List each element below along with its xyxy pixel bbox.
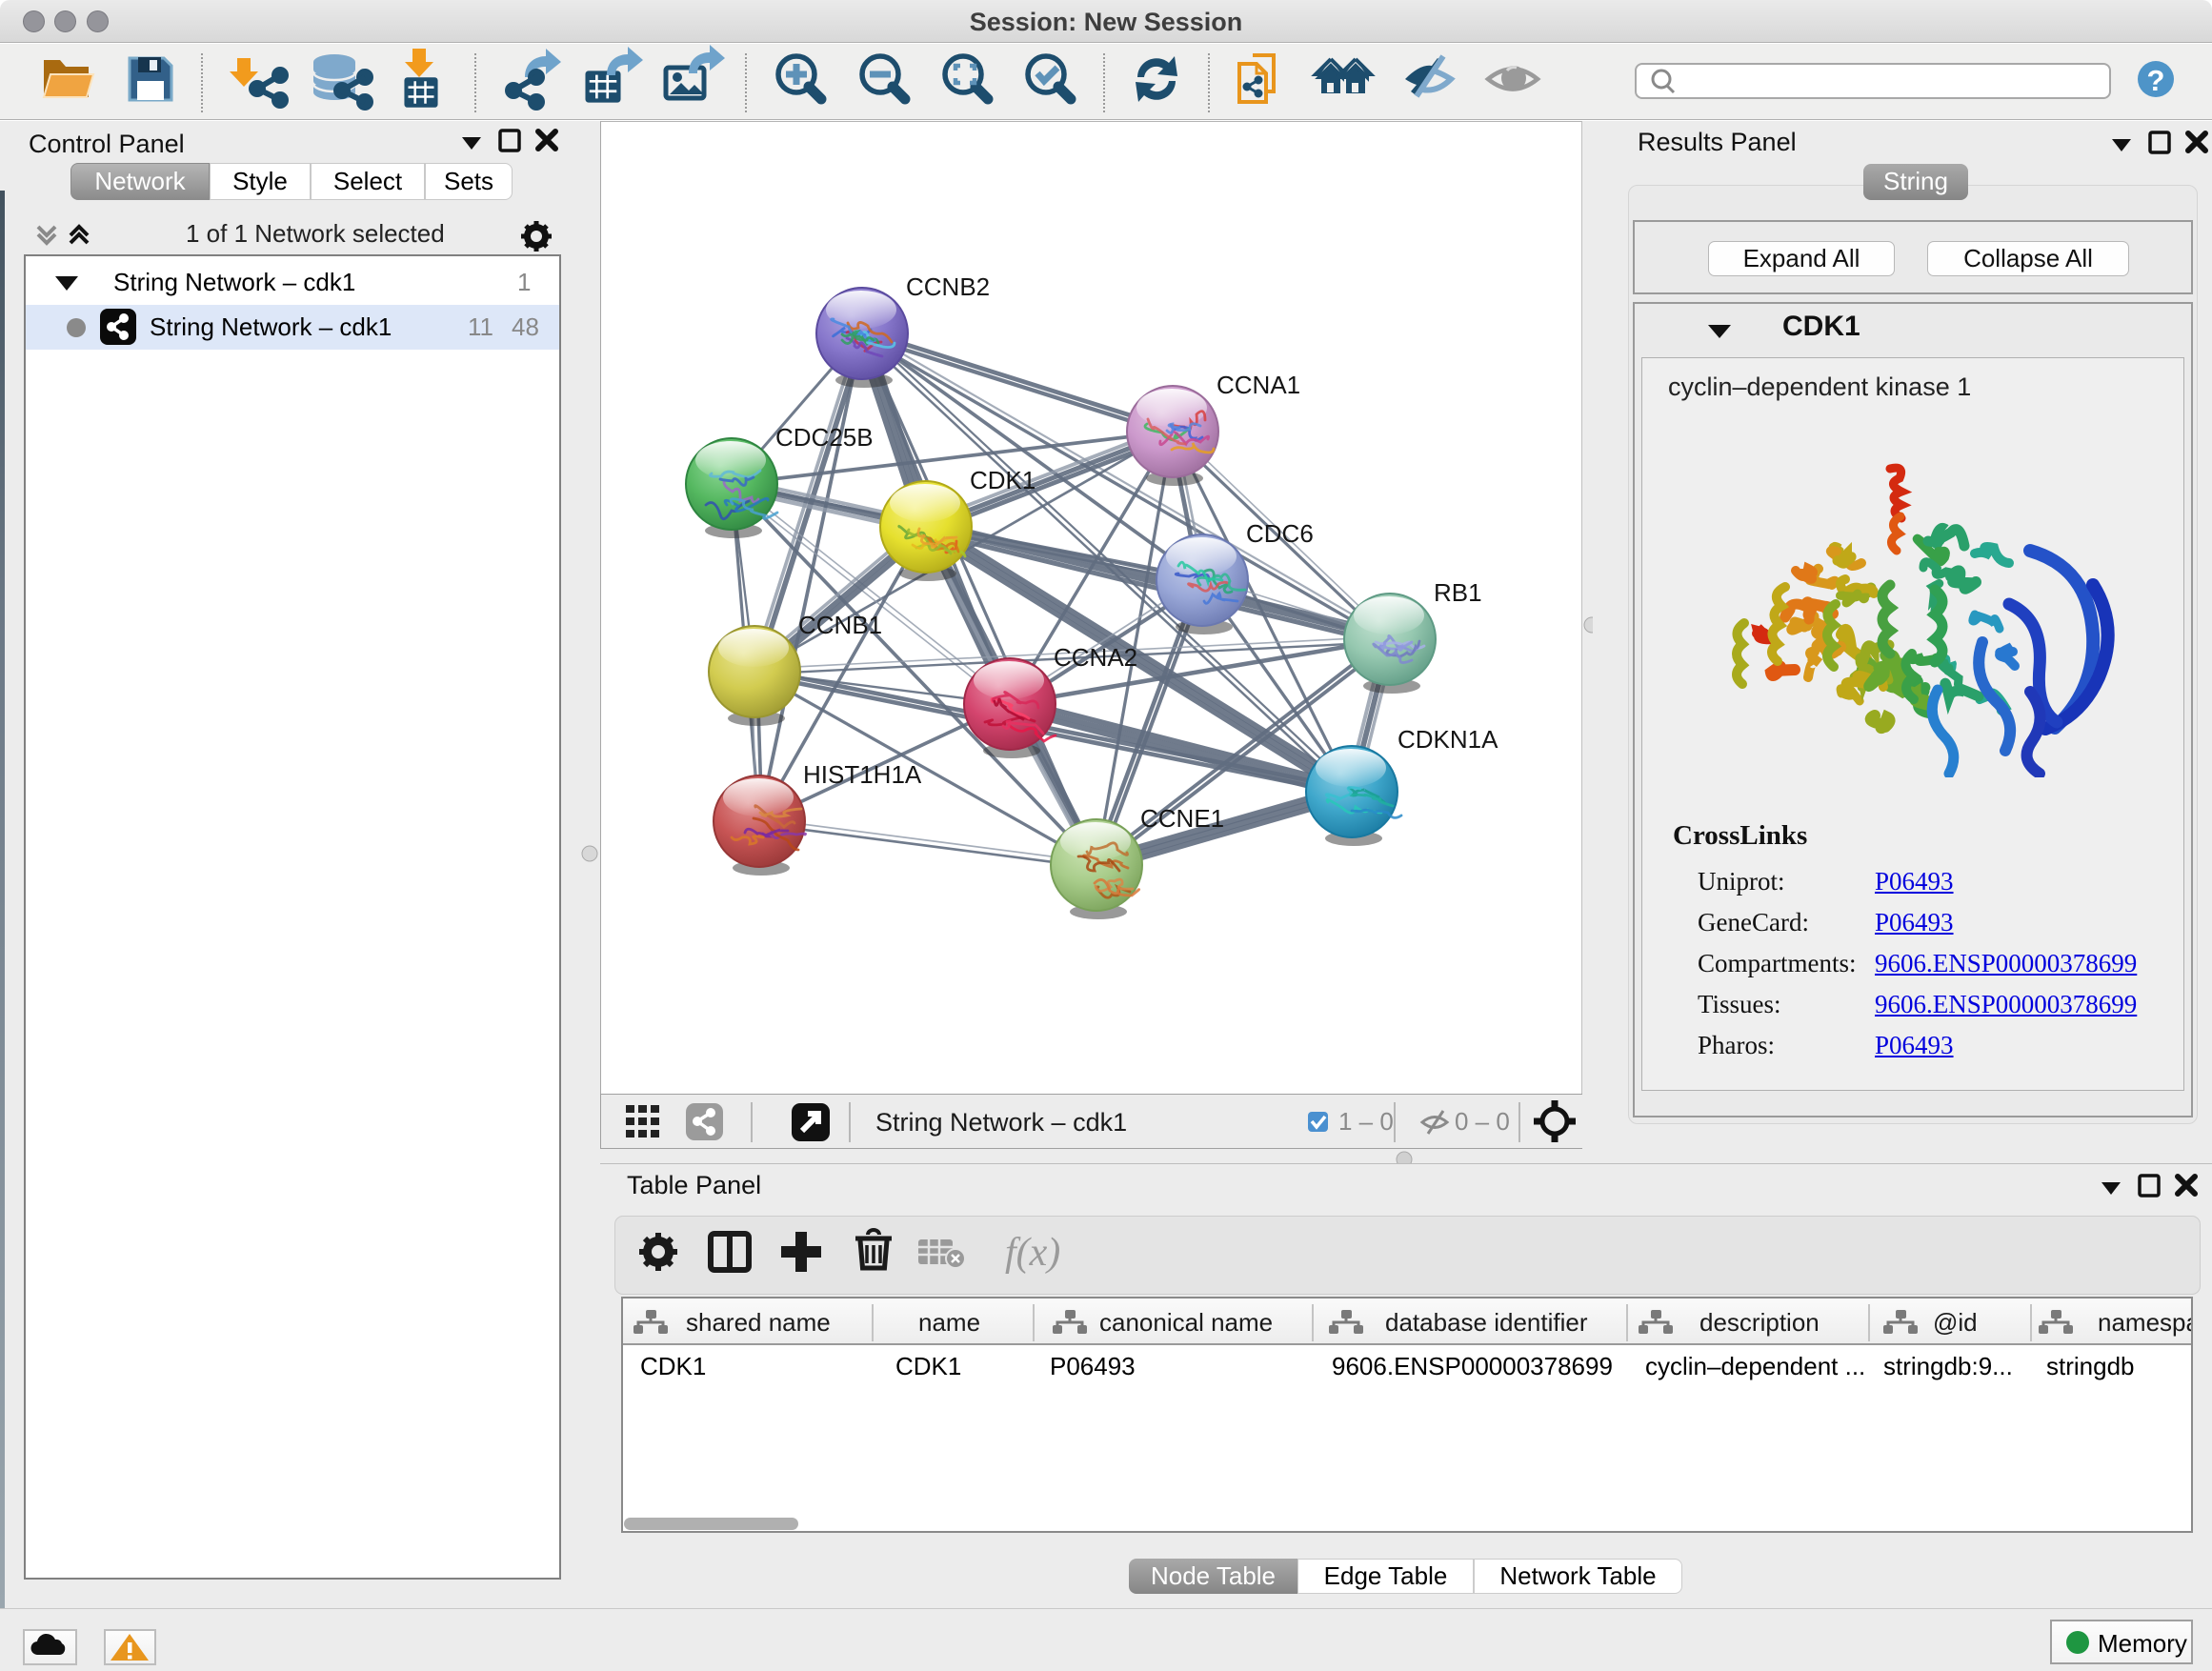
- svg-text:P06493: P06493: [1050, 1352, 1136, 1380]
- svg-text:stringdb:9...: stringdb:9...: [1883, 1352, 2013, 1380]
- svg-text:RB1: RB1: [1434, 578, 1482, 607]
- svg-text:CDK1: CDK1: [970, 466, 1036, 494]
- svg-text:CCNA1: CCNA1: [1217, 371, 1300, 399]
- svg-text:CDK1: CDK1: [895, 1352, 961, 1380]
- svg-text:?: ?: [2147, 64, 2165, 97]
- svg-text:cyclin–dependent ...: cyclin–dependent ...: [1645, 1352, 1865, 1380]
- svg-text:HIST1H1A: HIST1H1A: [803, 760, 922, 789]
- svg-text:CDKN1A: CDKN1A: [1398, 725, 1498, 754]
- svg-text:CCNE1: CCNE1: [1140, 804, 1224, 833]
- svg-text:f(x): f(x): [1005, 1231, 1060, 1275]
- svg-text:@id: @id: [1933, 1308, 1978, 1337]
- svg-text:description: description: [1699, 1308, 1820, 1337]
- svg-text:shared name: shared name: [686, 1308, 831, 1337]
- svg-text:CDC6: CDC6: [1246, 519, 1314, 548]
- svg-text:1 – 0: 1 – 0: [1338, 1107, 1394, 1136]
- svg-text:CDC25B: CDC25B: [775, 423, 874, 452]
- svg-text:CCNB1: CCNB1: [798, 611, 882, 639]
- svg-text:stringdb: stringdb: [2046, 1352, 2135, 1380]
- svg-text:CCNB2: CCNB2: [906, 272, 990, 301]
- svg-text:database identifier: database identifier: [1385, 1308, 1588, 1337]
- svg-text:String Network – cdk1: String Network – cdk1: [875, 1108, 1127, 1137]
- svg-text:9606.ENSP00000378699: 9606.ENSP00000378699: [1332, 1352, 1613, 1380]
- svg-text:CDK1: CDK1: [640, 1352, 706, 1380]
- svg-text:name: name: [918, 1308, 980, 1337]
- svg-text:0 – 0: 0 – 0: [1455, 1107, 1510, 1136]
- svg-text:canonical name: canonical name: [1099, 1308, 1273, 1337]
- svg-text:namespace: namespace: [2098, 1308, 2191, 1337]
- svg-text:CCNA2: CCNA2: [1054, 643, 1137, 672]
